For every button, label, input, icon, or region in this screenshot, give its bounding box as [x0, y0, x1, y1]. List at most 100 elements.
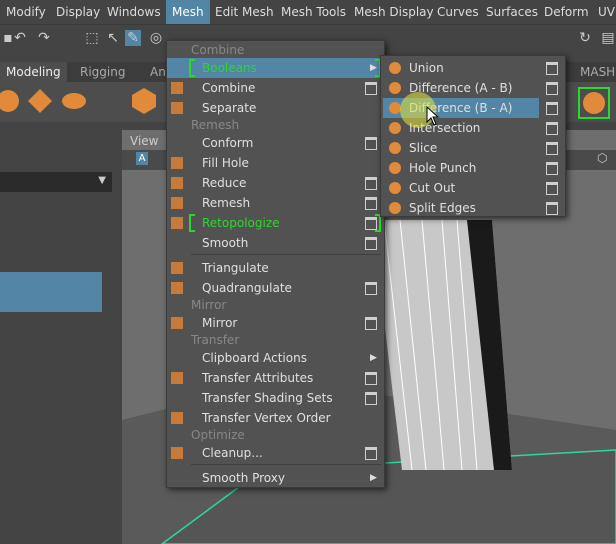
divider [191, 464, 381, 465]
slice-icon [389, 142, 401, 154]
shelf-diamond-icon[interactable] [26, 87, 54, 115]
combine-icon [171, 82, 183, 94]
outliner-selected-item[interactable] [0, 272, 102, 312]
shelf-disc-icon[interactable] [60, 87, 88, 115]
menu-item-split-edges[interactable]: Split Edges [381, 198, 565, 218]
hole-punch-icon [389, 162, 401, 174]
menu-deform[interactable]: Deform [544, 5, 589, 19]
option-box-icon[interactable] [365, 237, 377, 250]
triangulate-icon [171, 262, 183, 274]
option-box-icon[interactable] [365, 282, 377, 295]
menu-item-remesh[interactable]: Remesh [167, 193, 384, 213]
option-box-icon[interactable] [365, 177, 377, 190]
menu-item-clipboard-actions[interactable]: Clipboard Actions ▶ [167, 348, 384, 368]
redo-icon[interactable]: ↷ [36, 30, 52, 46]
outliner-dropdown[interactable]: ▼ [0, 172, 112, 192]
menu-item-fill-hole[interactable]: Fill Hole [167, 153, 384, 173]
tab-modeling[interactable]: Modeling [0, 62, 67, 82]
menu-item-union[interactable]: Union [381, 58, 565, 78]
snap-icon[interactable]: ◎ [148, 30, 164, 46]
submenu-arrow-icon: ▶ [370, 473, 377, 483]
section-combine: Combine [191, 43, 245, 57]
transfer-vertex-order-icon [171, 412, 183, 424]
menu-item-slice[interactable]: Slice [381, 138, 565, 158]
menu-item-hole-punch[interactable]: Hole Punch [381, 158, 565, 178]
reduce-icon [171, 177, 183, 189]
menu-item-transfer-vertex-order[interactable]: Transfer Vertex Order [167, 408, 384, 428]
option-box-icon[interactable] [365, 317, 377, 330]
menu-item-cut-out[interactable]: Cut Out [381, 178, 565, 198]
select-icon[interactable]: ⬚ [84, 30, 100, 46]
undo-icon[interactable]: ↶ [12, 30, 28, 46]
section-optimize: Optimize [191, 428, 245, 442]
option-box-icon[interactable] [546, 102, 558, 115]
bracket-left-icon [189, 59, 195, 77]
menu-item-transfer-shading-sets[interactable]: Transfer Shading Sets [167, 388, 384, 408]
menu-item-quadrangulate[interactable]: Quadrangulate [167, 278, 384, 298]
section-remesh: Remesh [191, 118, 240, 132]
text-icon[interactable]: A [136, 152, 148, 165]
menu-item-booleans[interactable]: Booleans ▶ [167, 58, 384, 78]
shelf-shape-icon[interactable] [0, 87, 28, 115]
menu-item-smooth[interactable]: Smooth [167, 233, 384, 253]
menu-item-separate[interactable]: Separate [167, 98, 384, 118]
option-box-icon[interactable] [365, 447, 377, 460]
union-icon [389, 62, 401, 74]
camera-icon[interactable]: ↻ [577, 30, 593, 46]
option-box-icon[interactable] [546, 202, 558, 215]
option-box-icon[interactable] [546, 62, 558, 75]
menu-item-cleanup[interactable]: Cleanup... [167, 443, 384, 463]
menu-mesh-display[interactable]: Mesh Display [354, 5, 434, 19]
tab-mash[interactable]: MASH [574, 62, 616, 82]
intersection-icon [389, 122, 401, 134]
bracket-left-icon [189, 214, 195, 232]
menu-display[interactable]: Display [56, 5, 100, 19]
menu-item-smooth-proxy[interactable]: Smooth Proxy ▶ [167, 468, 384, 488]
menu-windows[interactable]: Windows [107, 5, 161, 19]
shelf-mash-icon[interactable] [578, 87, 610, 119]
menu-modify[interactable]: Modify [6, 5, 46, 19]
menu-mesh-tools[interactable]: Mesh Tools [281, 5, 346, 19]
menu-mesh[interactable]: Mesh [166, 0, 210, 24]
quadrangulate-icon [171, 282, 183, 294]
menu-uv[interactable]: UV [598, 5, 615, 19]
tab-rigging[interactable]: Rigging [74, 62, 131, 82]
booleans-submenu: Union Difference (A - B) Difference (B -… [380, 55, 566, 217]
menu-curves[interactable]: Curves [437, 5, 479, 19]
option-box-icon[interactable] [365, 137, 377, 150]
menu-edit-mesh[interactable]: Edit Mesh [215, 5, 274, 19]
viewport-view-menu[interactable]: View [130, 134, 158, 148]
menu-item-transfer-attributes[interactable]: Transfer Attributes [167, 368, 384, 388]
option-box-icon[interactable] [546, 182, 558, 195]
outliner-panel [0, 130, 112, 544]
option-box-icon[interactable] [546, 162, 558, 175]
menu-item-mirror[interactable]: Mirror [167, 313, 384, 333]
option-box-icon[interactable] [365, 372, 377, 385]
menu-surfaces[interactable]: Surfaces [486, 5, 538, 19]
main-menubar: Modify Display Windows Mesh Edit Mesh Me… [0, 0, 616, 25]
mesh-menu: Combine Booleans ▶ Combine Separate Reme… [166, 40, 385, 488]
lasso-icon[interactable]: ↖ [105, 30, 121, 46]
menu-item-conform[interactable]: Conform [167, 133, 384, 153]
menu-item-triangulate[interactable]: Triangulate [167, 258, 384, 278]
cube-icon[interactable]: ⬡ [597, 151, 607, 165]
option-box-icon[interactable] [546, 82, 558, 95]
separate-icon [171, 102, 183, 114]
option-box-icon[interactable] [546, 122, 558, 135]
cleanup-icon [171, 447, 183, 459]
split-edges-icon [389, 202, 401, 214]
menu-item-reduce[interactable]: Reduce [167, 173, 384, 193]
divider [191, 254, 381, 255]
option-box-icon[interactable] [365, 82, 377, 95]
shelf-ico-icon[interactable] [130, 87, 158, 115]
option-box-icon[interactable] [365, 392, 377, 405]
menu-item-combine[interactable]: Combine [167, 78, 384, 98]
render-icon[interactable]: ▤ [600, 30, 616, 46]
transfer-attributes-icon [171, 372, 183, 384]
fill-hole-icon [171, 157, 183, 169]
option-box-icon[interactable] [546, 142, 558, 155]
section-mirror: Mirror [191, 298, 227, 312]
menu-item-retopologize[interactable]: Retopologize [167, 213, 384, 233]
option-box-icon[interactable] [365, 197, 377, 210]
paint-select-icon[interactable]: ✎ [125, 30, 141, 46]
